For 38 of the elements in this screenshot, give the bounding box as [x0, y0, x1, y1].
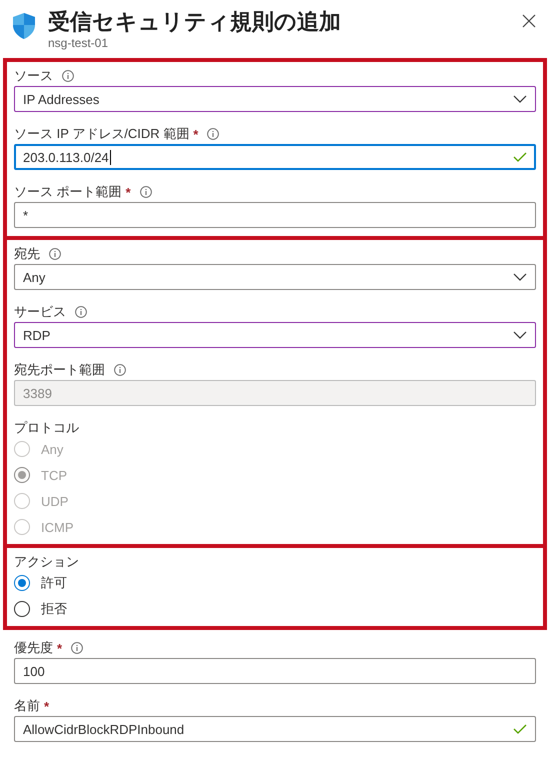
field-label: プロトコル [14, 419, 79, 437]
required-mark: * [126, 184, 131, 200]
dropdown[interactable]: RDP [14, 322, 536, 348]
radio-button[interactable] [14, 601, 30, 617]
info-icon[interactable] [71, 642, 84, 654]
dropdown[interactable]: IP Addresses [14, 86, 536, 112]
required-mark: * [44, 698, 50, 714]
input-field[interactable]: * [14, 202, 536, 228]
field-label: 宛先ポート範囲 [14, 361, 105, 379]
field-label: ソース IP アドレス/CIDR 範囲 [14, 125, 190, 143]
required-mark: * [193, 126, 198, 142]
field-label: 名前 [14, 697, 40, 715]
radio-label[interactable]: 許可 [41, 574, 67, 592]
field-label: アクション [14, 553, 79, 571]
resource-name: nsg-test-01 [48, 36, 110, 51]
input-field[interactable]: AllowCidrBlockRDPInbound [14, 716, 536, 742]
dropdown[interactable]: Any [14, 264, 536, 290]
field-label: 優先度 [14, 639, 53, 657]
panel-title: 受信セキュリティ規則の追加 [48, 8, 342, 36]
input-field[interactable]: 203.0.113.0/24 [14, 144, 536, 170]
info-icon[interactable] [75, 306, 87, 318]
info-icon[interactable] [140, 186, 152, 198]
chevron-down-icon [513, 331, 527, 339]
info-icon[interactable] [207, 128, 220, 140]
chevron-down-icon [513, 95, 527, 103]
field-label: サービス [14, 303, 66, 321]
required-mark: * [57, 640, 62, 656]
chevron-down-icon [513, 273, 527, 281]
input-field[interactable]: 100 [14, 658, 536, 684]
shield-icon [12, 12, 36, 40]
info-icon[interactable] [62, 70, 74, 82]
info-icon[interactable] [49, 248, 61, 260]
radio-button[interactable] [14, 575, 30, 591]
field-label: ソース [14, 67, 53, 85]
field-label: ソース ポート範囲 [14, 183, 122, 201]
radio-label[interactable]: 拒否 [41, 600, 67, 618]
field-label: 宛先 [14, 245, 40, 263]
close-icon[interactable] [522, 14, 536, 28]
